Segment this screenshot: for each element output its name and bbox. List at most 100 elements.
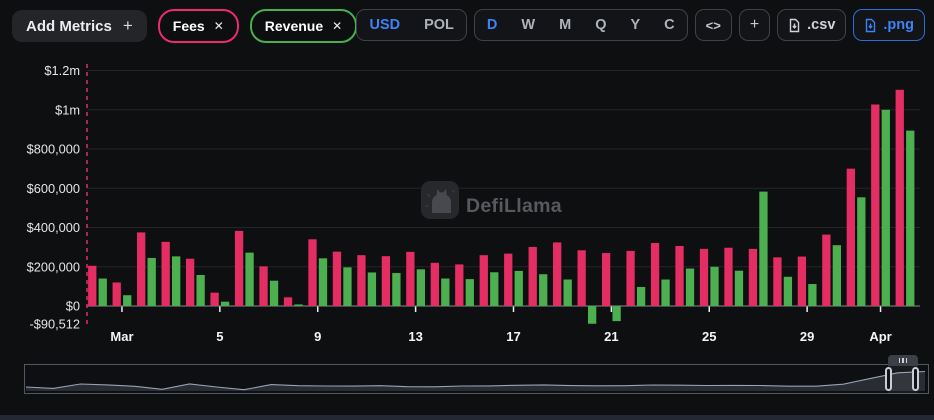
bar-revenue-mar-5[interactable] — [220, 301, 230, 306]
embed-code-button[interactable]: <> — [694, 9, 732, 41]
bar-revenue-mar-2[interactable] — [147, 257, 156, 306]
bar-revenue-apr-2[interactable] — [906, 130, 915, 306]
bar-fees-mar-11[interactable] — [357, 255, 366, 306]
bar-revenue-mar-8[interactable] — [294, 304, 303, 306]
bar-revenue-mar-22[interactable] — [636, 286, 646, 306]
bar-revenue-mar-31[interactable] — [857, 197, 866, 306]
bar-fees-mar-25[interactable] — [699, 248, 709, 306]
fees-revenue-bar-chart[interactable]: $1.2m $1m $800,000 $600,000 $400,000 $200,000… — [0, 0, 934, 358]
brush-left-handle[interactable] — [885, 367, 892, 391]
bar-revenue-mar-29[interactable] — [808, 284, 817, 306]
bar-revenue-mar-4[interactable] — [196, 275, 205, 306]
bar-fees-mar-16[interactable] — [479, 255, 488, 306]
bar-fees-mar-22[interactable] — [626, 250, 635, 306]
bar-revenue-mar-18[interactable] — [539, 274, 548, 306]
bar-revenue-mar-21[interactable] — [612, 306, 621, 322]
bar-revenue-mar-25[interactable] — [710, 266, 719, 306]
interval-quarterly-button[interactable]: Q — [583, 10, 618, 40]
bar-revenue-mar-13[interactable] — [416, 269, 426, 306]
bar-fees-mar-28[interactable] — [773, 257, 782, 306]
bar-fees-mar-21[interactable] — [601, 253, 611, 306]
bar-fees-mar-17[interactable] — [504, 253, 513, 306]
bar-revenue-mar-3[interactable] — [172, 256, 181, 306]
bar-revenue-mar-10[interactable] — [343, 267, 352, 306]
interval-toggle: D W M Q Y C — [473, 9, 688, 41]
bar-fees-mar-6[interactable] — [234, 230, 244, 306]
bar-fees-mar-12[interactable] — [381, 256, 391, 306]
currency-usd-button[interactable]: USD — [357, 10, 412, 40]
png-label: .png — [883, 17, 914, 33]
bar-fees-mar-19[interactable] — [553, 242, 562, 306]
bar-fees-mar-30[interactable] — [822, 234, 831, 306]
interval-monthly-button[interactable]: M — [547, 10, 583, 40]
interval-daily-button[interactable]: D — [475, 10, 509, 40]
bar-fees-mar-24[interactable] — [675, 245, 684, 306]
metric-chip-fees[interactable]: Fees ✕ — [157, 9, 239, 43]
chip-revenue-label: Revenue — [264, 18, 324, 34]
currency-pol-button[interactable]: POL — [412, 10, 466, 40]
time-range-brush-track[interactable] — [24, 364, 929, 394]
bar-revenue-mar-1[interactable] — [123, 295, 132, 306]
bar-revenue-mar-28[interactable] — [783, 276, 793, 306]
brush-right-handle[interactable] — [912, 367, 919, 391]
bar-fees-mar-7[interactable] — [259, 266, 268, 306]
interval-weekly-button[interactable]: W — [509, 10, 547, 40]
bar-fees-mar-4[interactable] — [185, 258, 195, 306]
bar-fees-mar-20[interactable] — [577, 250, 586, 306]
file-download-icon — [789, 18, 800, 32]
bar-revenue-mar-19[interactable] — [563, 279, 572, 306]
bar-revenue-mar-15[interactable] — [465, 279, 474, 306]
bar-fees-apr-2[interactable] — [895, 89, 904, 306]
bar-fees-mar-29[interactable] — [797, 256, 807, 306]
bar-fees-mar-26[interactable] — [724, 247, 733, 306]
add-metrics-button[interactable]: Add Metrics + — [12, 10, 147, 42]
bar-fees-mar-1[interactable] — [112, 282, 121, 306]
bar-revenue-mar-12[interactable] — [392, 273, 401, 306]
horizontal-scrollbar[interactable] — [0, 415, 934, 420]
bar-revenue-mar-16[interactable] — [490, 272, 499, 306]
download-csv-button[interactable]: .csv — [777, 9, 847, 41]
bar-fees-apr-1[interactable] — [871, 104, 880, 307]
code-icon: <> — [705, 17, 721, 33]
bar-fees-mar-31[interactable] — [846, 168, 855, 306]
brush-grip-handle[interactable] — [888, 355, 918, 366]
bar-revenue-mar-7[interactable] — [269, 280, 279, 306]
bar-revenue-apr-1[interactable] — [881, 109, 890, 306]
bar-revenue-mar-11[interactable] — [367, 272, 377, 306]
bar-revenue-mar-20[interactable] — [588, 306, 597, 324]
bar-fees-mar-15[interactable] — [455, 264, 464, 306]
x-axis-label: 21 — [604, 329, 618, 344]
bar-revenue-mar-17[interactable] — [514, 270, 523, 306]
bar-revenue-mar-14[interactable] — [441, 278, 450, 306]
bar-fees-mar-14[interactable] — [430, 262, 439, 306]
bar-fees-mar-23[interactable] — [650, 243, 660, 306]
bar-revenue-mar-23[interactable] — [661, 279, 670, 306]
metrics-toolbar: Add Metrics + Fees ✕ Revenue ✕ — [12, 9, 358, 43]
bar-revenue-feb-28[interactable] — [98, 278, 107, 306]
bar-revenue-mar-30[interactable] — [832, 245, 841, 306]
bar-revenue-mar-24[interactable] — [685, 268, 695, 306]
bar-fees-mar-5[interactable] — [210, 292, 219, 306]
bar-fees-mar-8[interactable] — [283, 297, 293, 306]
bar-fees-mar-2[interactable] — [137, 232, 146, 307]
interval-yearly-button[interactable]: Y — [618, 10, 652, 40]
metric-chip-revenue[interactable]: Revenue ✕ — [249, 9, 358, 43]
bar-fees-mar-3[interactable] — [161, 241, 170, 306]
bar-fees-mar-27[interactable] — [748, 248, 758, 306]
bar-fees-feb-28[interactable] — [88, 265, 97, 306]
bar-revenue-mar-27[interactable] — [759, 191, 768, 306]
download-png-button[interactable]: .png — [853, 9, 925, 41]
interval-cumulative-button[interactable]: C — [652, 10, 686, 40]
bar-fees-mar-10[interactable] — [332, 251, 342, 306]
close-icon[interactable]: ✕ — [332, 19, 342, 33]
bar-revenue-mar-26[interactable] — [734, 270, 744, 306]
bar-revenue-mar-9[interactable] — [318, 258, 328, 306]
close-icon[interactable]: ✕ — [214, 19, 224, 33]
bar-revenue-mar-6[interactable] — [245, 252, 254, 306]
x-axis-label: 17 — [506, 329, 520, 344]
bar-fees-mar-18[interactable] — [528, 246, 537, 306]
bar-fees-mar-13[interactable] — [406, 251, 415, 306]
bar-fees-mar-9[interactable] — [308, 239, 317, 306]
y-axis-label: $800,000 — [27, 142, 80, 157]
add-chart-button[interactable]: + — [738, 9, 771, 41]
